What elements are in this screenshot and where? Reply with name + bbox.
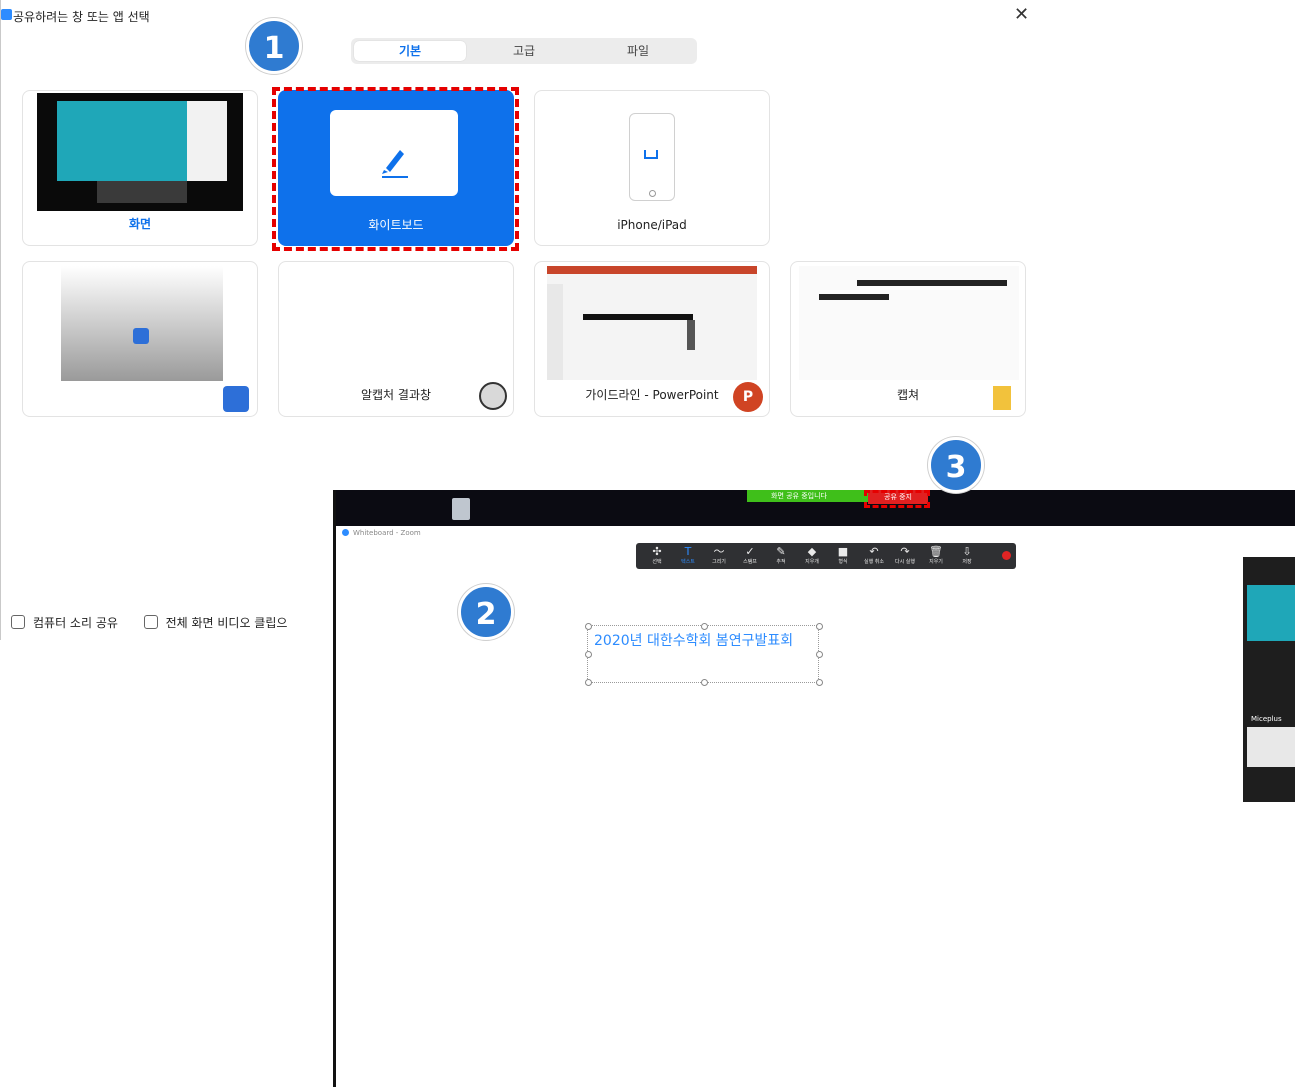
toolbar-label: 텍스트 (681, 559, 695, 565)
toolbar-label: 지우개 (805, 559, 819, 565)
toolbar-trash-button[interactable]: 🗑 지우기 (921, 543, 951, 569)
dialog-title: 공유하려는 창 또는 앱 선택 (13, 10, 150, 24)
share-card-alcapture[interactable]: 알캡처 결과창 (278, 261, 514, 417)
participant-video-panel: Miceplus (1243, 557, 1295, 802)
save-icon: ⇩ (962, 545, 972, 558)
recycle-bin-icon (452, 498, 470, 520)
resize-handle[interactable] (816, 679, 823, 686)
toolbar-text-button[interactable]: T 텍스트 (673, 543, 703, 569)
window-title: Whiteboard - Zoom (342, 529, 421, 537)
window-thumbnail (61, 266, 223, 381)
toolbar-label: 그리기 (712, 559, 726, 565)
app-icon (223, 386, 249, 412)
video-thumbnail (1247, 585, 1295, 641)
tab-basic[interactable]: 기본 (354, 41, 466, 61)
toolbar-label: 저장 (962, 559, 972, 565)
card-label: 알캡처 결과창 (360, 388, 432, 402)
tab-files[interactable]: 파일 (582, 41, 694, 61)
toolbar-label: 추적 (776, 559, 786, 565)
folder-thumbnail (799, 266, 1019, 380)
optimize-video-checkbox[interactable] (143, 615, 158, 629)
resize-handle[interactable] (701, 623, 708, 630)
card-label: 화면 (128, 217, 152, 231)
share-card-powerpoint[interactable]: P 가이드라인 - PowerPoint (534, 261, 770, 417)
share-audio-checkbox[interactable] (11, 615, 25, 629)
tab-advanced[interactable]: 고급 (468, 41, 580, 61)
toolbar-label: 지우기 (929, 559, 943, 565)
toolbar-draw-button[interactable]: 〜 그리기 (704, 543, 734, 569)
eraser-icon: ◆ (807, 545, 817, 558)
toolbar-pen-button[interactable]: ✎ 추적 (766, 543, 796, 569)
card-label: iPhone/iPad (617, 218, 687, 232)
close-icon[interactable]: ✕ (1014, 4, 1029, 25)
text-icon: T (684, 545, 692, 558)
resize-handle[interactable] (816, 651, 823, 658)
toolbar-label: 다시 실행 (895, 559, 915, 565)
toolbar-move-button[interactable]: ✣ 선택 (642, 543, 672, 569)
step-badge-2: 2 (458, 584, 514, 640)
participant-name: Miceplus (1251, 715, 1282, 723)
phone-icon (629, 113, 675, 201)
pen-icon: ✎ (776, 545, 786, 558)
undo-icon: ↶ (869, 545, 879, 558)
share-card-capture-folder[interactable]: 캡쳐 (790, 261, 1026, 417)
zoom-icon (342, 529, 349, 536)
share-audio-label: 컴퓨터 소리 공유 (33, 616, 118, 630)
whiteboard-toolbar: ✣ 선택 T 텍스트 〜 그리기 ✓ 스탬프 ✎ 추적 ◆ 지우개 ■ 형식 ↶ 실행 취소 ↷ 다시 실행 🗑 지우… (636, 543, 1016, 569)
toolbar-redo-button[interactable]: ↷ 다시 실행 (890, 543, 920, 569)
toolbar-stamp-button[interactable]: ✓ 스탬프 (735, 543, 765, 569)
card-label: 캡쳐 (896, 388, 920, 402)
whiteboard-window: 화면 공유 중입니다 공유 중지 Whiteboard - Zoom ✣ 선택 T 텍… (333, 490, 1295, 1087)
share-options: 컴퓨터 소리 공유 전체 화면 비디오 클립으 (11, 614, 287, 631)
highlight-frame (272, 87, 519, 251)
draw-icon: 〜 (713, 545, 725, 558)
text-annotation[interactable]: 2020년 대한수학회 봄연구발표회 (585, 623, 823, 686)
powerpoint-thumbnail (547, 266, 757, 380)
tab-bar: 기본 고급 파일 (351, 38, 697, 64)
resize-handle[interactable] (585, 623, 592, 630)
desktop-taskbar: 화면 공유 중입니다 공유 중지 (336, 490, 1295, 526)
highlight-frame (864, 490, 930, 508)
close-toolbar-icon[interactable] (1002, 551, 1011, 560)
share-card-iphone-ipad[interactable]: iPhone/iPad (534, 90, 770, 246)
toolbar-label: 실행 취소 (864, 559, 884, 565)
redo-icon: ↷ (900, 545, 910, 558)
toolbar-label: 형식 (838, 559, 848, 565)
screen-thumbnail (37, 93, 243, 211)
move-icon: ✣ (652, 545, 662, 558)
toolbar-eraser-button[interactable]: ◆ 지우개 (797, 543, 827, 569)
toolbar-label: 선택 (652, 559, 662, 565)
optimize-video-label: 전체 화면 비디오 클립으 (165, 616, 288, 630)
share-card-screen[interactable]: 화면 (22, 90, 258, 246)
stamp-icon: ✓ (745, 545, 755, 558)
step-badge-3: 3 (928, 437, 984, 493)
resize-handle[interactable] (585, 651, 592, 658)
annotation-text: 2020년 대한수학회 봄연구발표회 (594, 633, 794, 649)
resize-handle[interactable] (816, 623, 823, 630)
toolbar-format-button[interactable]: ■ 형식 (828, 543, 858, 569)
toolbar-undo-button[interactable]: ↶ 실행 취소 (859, 543, 889, 569)
resize-handle[interactable] (585, 679, 592, 686)
card-label: 가이드라인 - PowerPoint (585, 388, 719, 402)
share-card-window[interactable] (22, 261, 258, 417)
format-icon: ■ (837, 545, 849, 558)
trash-icon: 🗑 (929, 545, 943, 558)
toolbar-label: 스탬프 (743, 559, 757, 565)
zoom-icon (1, 9, 12, 20)
video-thumbnail (1247, 727, 1295, 767)
toolbar-save-button[interactable]: ⇩ 저장 (952, 543, 982, 569)
resize-handle[interactable] (701, 679, 708, 686)
step-badge-1: 1 (246, 18, 302, 74)
